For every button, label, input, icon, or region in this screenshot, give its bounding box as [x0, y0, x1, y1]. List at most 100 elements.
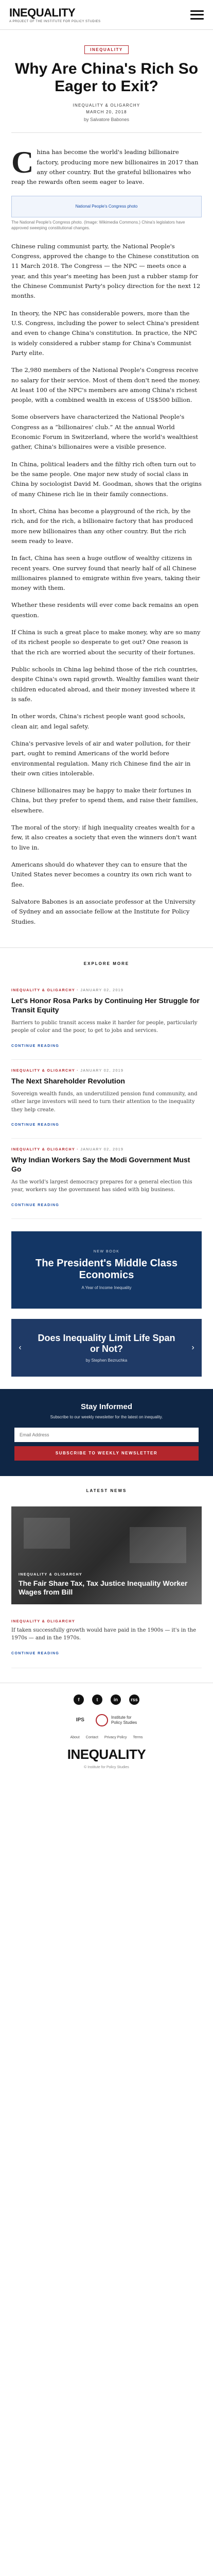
card-title[interactable]: Why Indian Workers Say the Modi Governme…: [11, 1156, 202, 1174]
article-author[interactable]: by Salvatore Babones: [11, 116, 202, 123]
latest-label: Latest News: [86, 1488, 127, 1493]
related-card[interactable]: Inequality & Oligarchy · January 02, 201…: [11, 1060, 202, 1139]
newsletter-blurb: Subscribe to our weekly newsletter for t…: [50, 1414, 163, 1419]
related-card[interactable]: Inequality & Oligarchy · January 02, 201…: [11, 979, 202, 1060]
latest-kicker[interactable]: Inequality & Oligarchy: [11, 1620, 202, 1623]
book-subtitle: A Year of Income Inequality: [81, 1285, 132, 1290]
paragraph: Chinese billionaires may be happy to mak…: [11, 787, 198, 814]
site-header: INEQUALITY A PROJECT OF THE INSTITUTE FO…: [0, 0, 213, 30]
card-category[interactable]: Inequality & Oligarchy: [11, 1069, 75, 1073]
ips-logo[interactable]: IPS: [76, 1717, 84, 1723]
article-date: March 20, 2018: [86, 110, 127, 115]
book-kicker: New Book: [93, 1249, 120, 1253]
paragraph: The moral of the story: if high inequali…: [11, 824, 197, 851]
paragraph: Public schools in China lag behind those…: [11, 666, 199, 703]
slide-title[interactable]: Does Inequality Limit Life Span or Not?: [32, 1333, 181, 1355]
article-figure: National People's Congress photo The Nat…: [11, 195, 202, 231]
related-card[interactable]: Inequality & Oligarchy · January 02, 201…: [11, 1139, 202, 1219]
copyright: © Institute for Policy Studies: [84, 1765, 129, 1769]
facebook-icon[interactable]: f: [74, 1694, 84, 1705]
card-date: January 02, 2019: [80, 1148, 124, 1152]
figure-caption: The National People's Congress photo. (I…: [11, 219, 185, 231]
author-bio: Salvatore Babones is an associate profes…: [11, 897, 196, 925]
card-kicker: Inequality & Oligarchy · January 02, 201…: [11, 988, 124, 992]
paragraph: Americans should do whatever they can to…: [11, 861, 192, 888]
continue-reading-link[interactable]: Continue Reading: [11, 1044, 59, 1048]
chevron-left-icon[interactable]: ‹: [14, 1342, 26, 1353]
feature-kicker: Inequality & Oligarchy: [19, 1572, 83, 1577]
paragraph: Some observers have characterized the Na…: [11, 413, 198, 451]
paragraph: In fact, China has seen a huge outflow o…: [11, 554, 200, 592]
divider: [11, 132, 202, 133]
social-links: f t in rss: [11, 1694, 202, 1705]
latest-news: Latest News Inequality & Oligarchy The F…: [0, 1476, 213, 1668]
chevron-right-icon[interactable]: ›: [187, 1342, 199, 1353]
continue-reading-link[interactable]: Continue Reading: [11, 1652, 59, 1655]
ips-full-logo[interactable]: Institute for Policy Studies: [95, 1714, 137, 1726]
card-date: January 02, 2019: [80, 988, 124, 992]
book-title: The President's Middle Class Economics: [36, 1257, 177, 1281]
newsletter-signup: Stay Informed Subscribe to our weekly ne…: [0, 1388, 213, 1476]
newsletter-title: Stay Informed: [80, 1402, 133, 1411]
card-excerpt: As the world's largest democracy prepare…: [11, 1179, 192, 1193]
paragraph: If China is such a great place to make m…: [11, 629, 201, 656]
feature-title[interactable]: The Fair Share Tax, Tax Justice Inequali…: [19, 1579, 194, 1597]
footer-logo[interactable]: INEQUALITY: [11, 1747, 202, 1762]
latest-feature-card[interactable]: Inequality & Oligarchy The Fair Share Ta…: [11, 1506, 202, 1604]
footer-link[interactable]: About: [70, 1736, 79, 1739]
slide-author: by Stephen Bezruchka: [85, 1358, 128, 1363]
site-footer: f t in rss IPS Institute for Policy Stud…: [0, 1682, 213, 1783]
footer-links: About Contact Privacy Policy Terms: [11, 1736, 202, 1739]
article-meta: Inequality & Oligarchy March 20, 2018 by…: [11, 103, 202, 123]
card-excerpt: Barriers to public transit access make i…: [11, 1020, 198, 1034]
paragraph: In China, political leaders and the filt…: [11, 460, 202, 498]
continue-reading-link[interactable]: Continue Reading: [11, 1204, 59, 1207]
footer-link[interactable]: Contact: [86, 1736, 98, 1739]
article-image[interactable]: National People's Congress photo: [11, 195, 202, 217]
footer-link[interactable]: Privacy Policy: [104, 1736, 127, 1739]
article-body: China has become the world's leading bil…: [11, 145, 202, 927]
latest-excerpt: If taken successfully growth would have …: [11, 1627, 196, 1641]
subscribe-button[interactable]: Subscribe to Weekly Newsletter: [14, 1446, 199, 1461]
paragraph: The 2,980 members of the National People…: [11, 366, 201, 404]
paragraph: In short, China has become a playground …: [11, 507, 193, 545]
article-title: Why Are China's Rich So Eager to Exit?: [14, 60, 199, 95]
explore-label: Explore More: [83, 961, 130, 966]
logo-subtitle: A PROJECT OF THE INSTITUTE FOR POLICY ST…: [9, 20, 101, 23]
card-title[interactable]: The Next Shareholder Revolution: [11, 1077, 202, 1086]
card-kicker: Inequality & Oligarchy · January 02, 201…: [11, 1148, 124, 1152]
category-tag[interactable]: Inequality: [84, 45, 129, 54]
image-shape: [24, 1517, 70, 1549]
explore-more: Explore More Inequality & Oligarchy · Ja…: [0, 947, 213, 1377]
card-category[interactable]: Inequality & Oligarchy: [11, 989, 75, 992]
rss-icon[interactable]: rss: [129, 1694, 139, 1705]
linkedin-icon[interactable]: in: [111, 1694, 121, 1705]
paragraph: Whether these residents will ever come b…: [11, 601, 199, 619]
card-kicker: Inequality & Oligarchy · January 02, 201…: [11, 1069, 124, 1073]
twitter-icon[interactable]: t: [92, 1694, 102, 1705]
article-category[interactable]: Inequality & Oligarchy: [11, 103, 202, 109]
card-date: January 02, 2019: [80, 1069, 124, 1073]
card-excerpt: Sovereign wealth funds, an underutilized…: [11, 1091, 198, 1113]
article: Inequality Why Are China's Rich So Eager…: [0, 30, 213, 927]
paragraph: Chinese ruling communist party, the Nati…: [11, 242, 201, 300]
latest-item: Inequality & Oligarchy If taken successf…: [11, 1616, 202, 1668]
footer-link[interactable]: Terms: [133, 1736, 143, 1739]
card-title[interactable]: Let's Honor Rosa Parks by Continuing Her…: [11, 996, 202, 1015]
paragraph: China's pervasive levels of air and wate…: [11, 739, 191, 777]
paragraph: In other words, China's richest people w…: [11, 713, 186, 730]
paragraph: In theory, the NPC has considerable powe…: [11, 309, 200, 357]
menu-icon[interactable]: [190, 10, 204, 20]
card-category[interactable]: Inequality & Oligarchy: [11, 1148, 75, 1151]
seal-icon: [95, 1714, 108, 1726]
image-shape: [130, 1527, 186, 1563]
logo-text: INEQUALITY: [9, 6, 76, 19]
email-field[interactable]: [14, 1427, 199, 1442]
book-promo[interactable]: New Book The President's Middle Class Ec…: [11, 1231, 202, 1309]
site-logo[interactable]: INEQUALITY A PROJECT OF THE INSTITUTE FO…: [9, 6, 101, 23]
partner-line: Institute for: [111, 1715, 132, 1720]
partner-line: Policy Studies: [111, 1720, 137, 1725]
continue-reading-link[interactable]: Continue Reading: [11, 1123, 59, 1127]
featured-slider[interactable]: ‹ Does Inequality Limit Life Span or Not…: [11, 1318, 202, 1377]
paragraph: China has become the world's leading bil…: [11, 145, 199, 186]
